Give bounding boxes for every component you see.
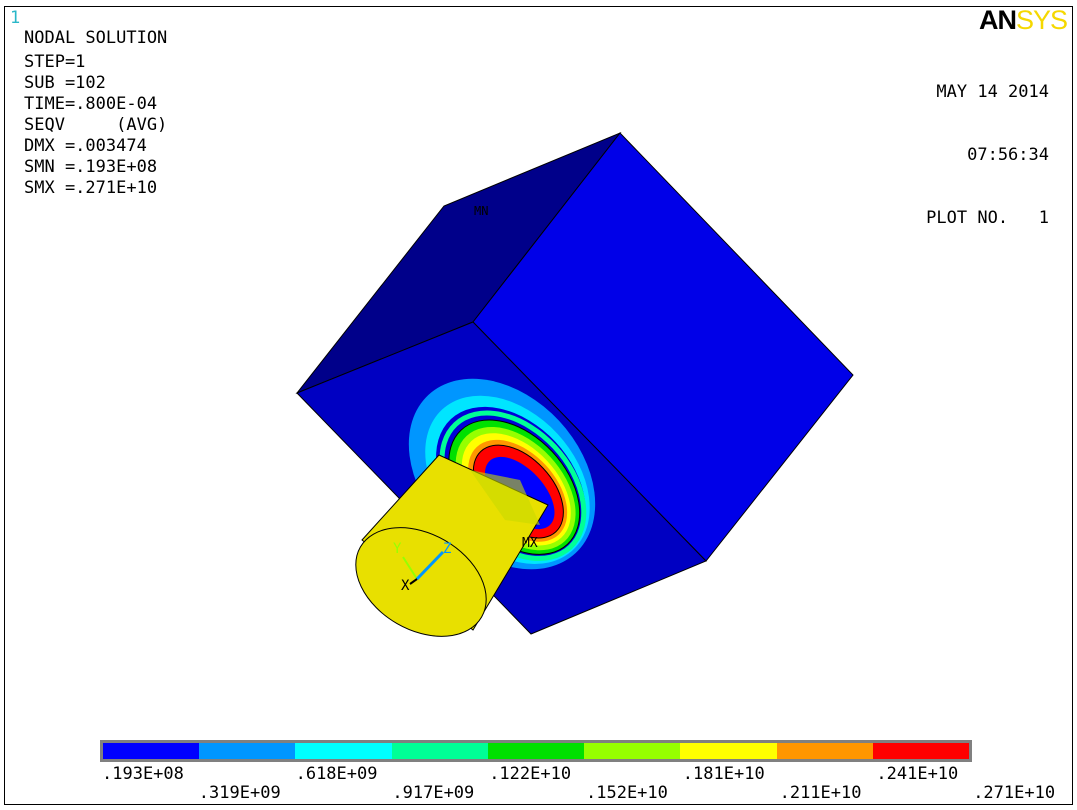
legend-label-upper-3: .181E+10 [682, 764, 765, 784]
legend-color-1 [199, 743, 296, 759]
legend-label-upper-2: .122E+10 [489, 764, 572, 784]
triad-x-label: X [401, 578, 410, 594]
legend-label-upper-4: .241E+10 [876, 764, 959, 784]
legend-label-lower-2: .152E+10 [586, 783, 668, 803]
triad-y-label: Y [393, 541, 402, 557]
legend-color-8 [872, 743, 969, 759]
legend-label-lower-0: .319E+09 [198, 783, 281, 803]
fe-model-view[interactable]: MN MX Y Z X [0, 0, 1077, 810]
legend-label-lower-3: .211E+10 [779, 783, 862, 803]
mx-marker: MX [522, 536, 538, 551]
legend-label-upper-0: .193E+08 [102, 764, 184, 784]
legend-color-3 [391, 743, 488, 759]
triad-z-label: Z [443, 541, 451, 557]
legend-label-lower-4: .271E+10 [973, 783, 1056, 803]
legend-color-5 [584, 743, 681, 759]
legend-color-7 [776, 743, 873, 759]
legend-label-lower-1: .917E+09 [392, 783, 475, 803]
mn-marker: MN [474, 204, 488, 218]
legend-color-0 [103, 743, 200, 759]
legend-color-4 [487, 743, 585, 759]
legend-color-6 [680, 743, 777, 759]
legend-color-2 [295, 743, 392, 759]
contour-legend-bar [100, 740, 972, 762]
legend-label-upper-1: .618E+09 [295, 764, 378, 784]
